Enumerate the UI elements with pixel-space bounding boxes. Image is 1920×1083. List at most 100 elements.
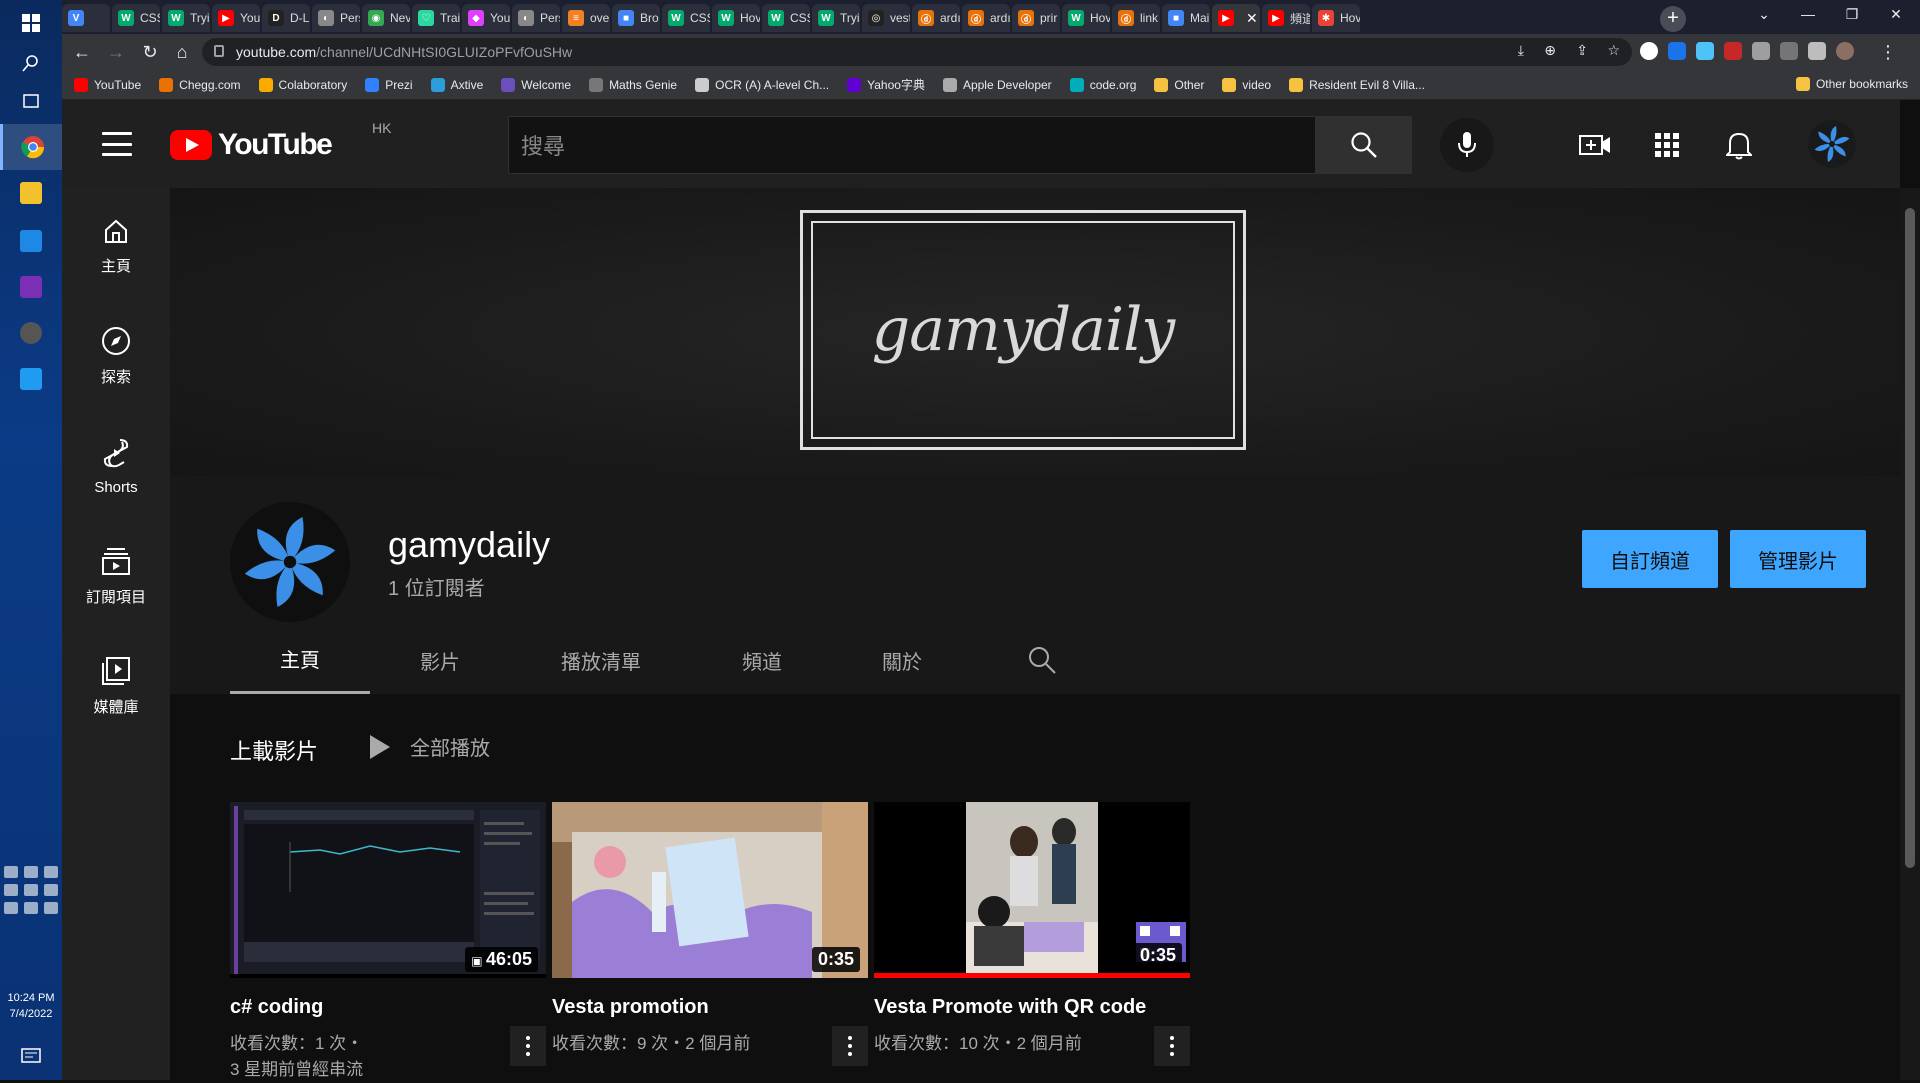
share-icon[interactable]: ⇪ (1576, 42, 1588, 59)
video-title[interactable]: c# coding (230, 996, 546, 1019)
bookmark-item[interactable]: Apple Developer (942, 77, 1052, 92)
browser-tab[interactable]: ⓓ link (1112, 4, 1160, 32)
browser-tab[interactable]: ⓓ ardı (962, 4, 1010, 32)
browser-tab[interactable]: ♡ Trai (412, 4, 460, 32)
browser-tab[interactable]: ▶ 頻道 (1262, 4, 1310, 32)
browser-tab[interactable]: ◐ Pers (512, 4, 560, 32)
restore-button[interactable]: ❐ (1830, 0, 1874, 28)
video-card[interactable]: 0:35 Vesta promotion 收看次數：9 次・2 個月前 (552, 802, 868, 1066)
more-actions-icon[interactable] (1154, 1026, 1190, 1066)
create-video-icon[interactable] (1578, 128, 1612, 162)
profile-avatar[interactable] (1836, 42, 1854, 60)
search-button[interactable] (1316, 116, 1412, 174)
bookmark-item[interactable]: Resident Evil 8 Villa... (1289, 77, 1425, 92)
guide-item-shorts[interactable]: Shorts (62, 426, 170, 506)
browser-tab[interactable]: ■ Bro (612, 4, 660, 32)
tab-channels[interactable]: 頻道 (692, 626, 832, 694)
video-card[interactable]: 0:35 Vesta Promote with QR code 收看次數：10 … (874, 802, 1190, 1066)
bookmark-item[interactable]: Welcome (501, 77, 571, 92)
menu-icon[interactable] (102, 132, 132, 156)
browser-tab[interactable]: ▶ ✕ (1212, 4, 1260, 32)
tab-home[interactable]: 主頁 (230, 626, 370, 694)
customize-channel-button[interactable]: 自訂頻道 (1582, 530, 1718, 588)
browser-tab[interactable]: W Hov (1062, 4, 1110, 32)
forward-icon[interactable]: → (104, 40, 128, 64)
bookmark-item[interactable]: code.org (1069, 77, 1136, 92)
apps-grid-icon[interactable] (1650, 128, 1684, 162)
browser-tab[interactable]: W Tryi (162, 4, 210, 32)
other-bookmarks-folder[interactable]: Other bookmarks (1795, 77, 1908, 91)
side-panel-icon[interactable] (1808, 42, 1826, 60)
play-all-button[interactable]: 全部播放 (370, 732, 490, 761)
browser-tab[interactable]: ■ Mai (1162, 4, 1210, 32)
tab-about[interactable]: 關於 (832, 626, 972, 694)
channel-search-button[interactable] (972, 626, 1112, 694)
mail-icon[interactable] (0, 218, 62, 264)
youtube-logo[interactable]: YouTube HK (170, 120, 391, 162)
extension-download-icon[interactable] (1668, 42, 1686, 60)
taskbar-time[interactable]: 10:24 PM (0, 990, 62, 1006)
uploads-section-title[interactable]: 上載影片 (230, 734, 318, 766)
bookmark-item[interactable]: Yahoo字典 (847, 76, 925, 93)
browser-tab[interactable]: W CSS (762, 4, 810, 32)
browser-tab[interactable]: ◐ Pers (312, 4, 360, 32)
lock-icon[interactable] (214, 45, 224, 57)
onenote-icon[interactable] (0, 264, 62, 310)
reload-icon[interactable]: ↻ (138, 40, 162, 64)
bookmark-item[interactable]: OCR (A) A-level Ch... (695, 77, 829, 92)
video-title[interactable]: Vesta promotion (552, 996, 868, 1019)
reading-list-icon[interactable] (1780, 42, 1798, 60)
browser-tab[interactable]: ✱ Hov (1312, 4, 1360, 32)
close-window-button[interactable]: ✕ (1874, 0, 1918, 28)
scrollbar-thumb[interactable] (1905, 208, 1915, 868)
browser-tab[interactable]: V (62, 4, 110, 32)
unity-icon[interactable] (0, 310, 62, 356)
browser-tab[interactable]: ◉ Nev (362, 4, 410, 32)
guide-item-explore[interactable]: 探索 (62, 316, 170, 396)
browser-tab[interactable]: ▶ You (212, 4, 260, 32)
bookmark-item[interactable]: Axtive (430, 77, 483, 92)
bookmark-item[interactable]: Chegg.com (159, 77, 241, 92)
new-tab-button[interactable]: + (1660, 6, 1686, 32)
video-thumbnail[interactable]: 0:35 (552, 802, 868, 978)
more-actions-icon[interactable] (510, 1026, 546, 1066)
address-bar[interactable]: youtube.com/channel/UCdNHtSI0GLUIZoPFvfO… (202, 38, 1632, 66)
browser-tab[interactable]: W Hov (712, 4, 760, 32)
browser-tab[interactable]: ◎ vest (862, 4, 910, 32)
task-view-icon[interactable] (0, 78, 62, 124)
extension-badge-icon[interactable] (1724, 42, 1742, 60)
zoom-icon[interactable]: ⊕ (1544, 42, 1556, 59)
browser-tab[interactable]: W Tryi (812, 4, 860, 32)
close-tab-icon[interactable]: ✕ (1246, 10, 1258, 27)
system-tray[interactable] (0, 866, 62, 914)
video-card[interactable]: ▣ 46:05 c# coding 收看次數：1 次・ 3 星期前曾經串流 (230, 802, 546, 1083)
back-icon[interactable]: ← (70, 40, 94, 64)
manage-videos-button[interactable]: 管理影片 (1730, 530, 1866, 588)
install-icon[interactable]: ⤓ (1518, 42, 1524, 59)
chrome-taskbar-icon[interactable] (0, 124, 62, 170)
bookmark-item[interactable]: YouTube (74, 77, 141, 92)
guide-item-home[interactable]: 主頁 (62, 206, 170, 286)
home-icon[interactable]: ⌂ (170, 40, 194, 64)
chevron-down-icon[interactable]: ⌄ (1742, 0, 1786, 28)
video-thumbnail[interactable]: 0:35 (874, 802, 1190, 978)
bookmark-item[interactable]: video (1222, 77, 1271, 92)
minimize-button[interactable]: — (1786, 0, 1830, 28)
extension-gem-icon[interactable] (1696, 42, 1714, 60)
bookmark-star-icon[interactable]: ☆ (1607, 42, 1620, 59)
tab-playlists[interactable]: 播放清單 (510, 626, 692, 694)
browser-tab[interactable]: ⓓ prir (1012, 4, 1060, 32)
account-avatar[interactable] (1808, 120, 1856, 168)
search-input[interactable]: 搜尋 (508, 116, 1316, 174)
browser-tab[interactable]: D D-L (262, 4, 310, 32)
browser-tab[interactable]: W CSS (662, 4, 710, 32)
bookmark-item[interactable]: Other (1154, 77, 1204, 92)
video-title[interactable]: Vesta Promote with QR code (874, 996, 1190, 1019)
taskbar-date[interactable]: 7/4/2022 (0, 1006, 62, 1022)
bookmark-item[interactable]: Prezi (365, 77, 413, 92)
tab-videos[interactable]: 影片 (370, 626, 510, 694)
guide-item-subscriptions[interactable]: 訂閱項目 (62, 536, 170, 616)
voice-search-button[interactable] (1440, 118, 1494, 172)
more-actions-icon[interactable] (832, 1026, 868, 1066)
browser-tab[interactable]: ⓓ ardı (912, 4, 960, 32)
